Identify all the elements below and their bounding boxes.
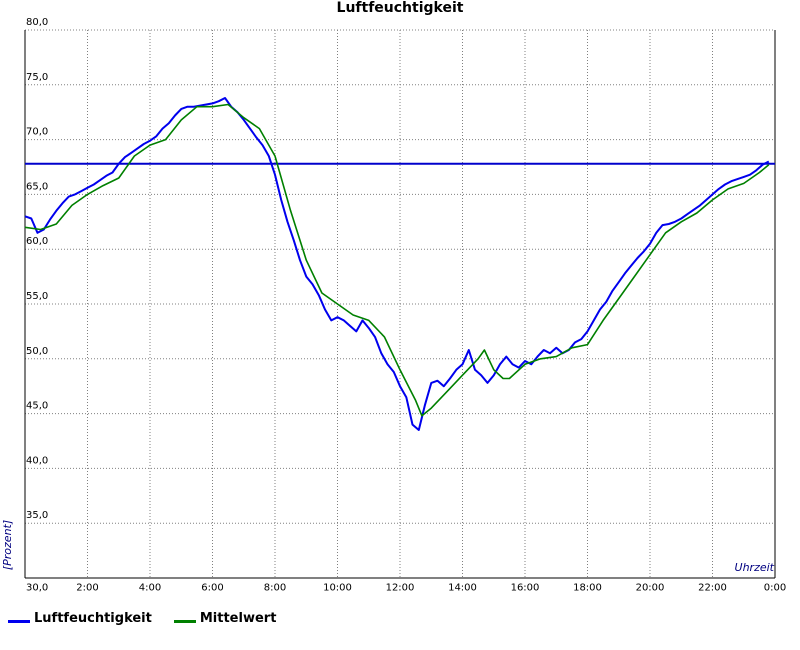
x-tick-label: 10:00 (323, 582, 352, 593)
y-tick-label: 45,0 (26, 401, 48, 412)
series-line-luftfeuchtigkeit (24, 97, 770, 431)
x-tick-label: 8:00 (264, 582, 286, 593)
y-axis-title: [Prozent] (1, 520, 14, 570)
x-tick-label: 4:00 (139, 582, 161, 593)
x-tick-label: 6:00 (201, 582, 223, 593)
chart-legend: Luftfeuchtigkeit Mittelwert (8, 606, 276, 630)
grid-lines (25, 29, 775, 578)
y-tick-label: 40,0 (26, 455, 48, 466)
x-tick-label: 14:00 (448, 582, 477, 593)
series-group (24, 97, 770, 431)
y-tick-label: 60,0 (26, 236, 48, 247)
y-tick-label: 55,0 (26, 291, 48, 302)
x-tick-label: 20:00 (636, 582, 665, 593)
y-tick-label: 50,0 (26, 346, 48, 357)
y-tick-label: 65,0 (26, 181, 48, 192)
y-tick-label: 80,0 (26, 17, 48, 28)
x-tick-label: 2:00 (76, 582, 98, 593)
x-axis-title: Uhrzeit (735, 561, 775, 574)
y-tick-label: 30,0 (26, 582, 48, 593)
legend-swatch-mittelwert (173, 619, 196, 623)
chart-title: Luftfeuchtigkeit (337, 0, 464, 16)
y-tick-label: 70,0 (26, 127, 48, 138)
legend-label-mittelwert: Mittelwert (199, 610, 277, 626)
y-tick-label: 35,0 (26, 510, 48, 521)
legend-item-mittelwert: Mittelwert (173, 610, 277, 626)
x-tick-label: 22:00 (698, 582, 727, 593)
x-tick-label: 16:00 (511, 582, 540, 593)
legend-label-luftfeuchtigkeit: Luftfeuchtigkeit (34, 610, 152, 626)
tick-labels: 2:00 4:00 6:00 8:00 10:00 12:00 14:00 16:00 18:0… (26, 17, 786, 593)
series-line-mittelwert (24, 103, 770, 417)
legend-item-luftfeuchtigkeit: Luftfeuchtigkeit (8, 611, 152, 626)
humidity-chart: Luftfeuchtigkeit 2:00 4:00 6:00 8:00 10:00 12… (1, 0, 786, 593)
legend-swatch-luftfeuchtigkeit (8, 619, 30, 623)
x-tick-label: 12:00 (386, 582, 415, 593)
x-tick-label: 0:00 (764, 582, 786, 593)
y-tick-label: 75,0 (26, 72, 48, 83)
x-tick-label: 18:00 (573, 582, 602, 593)
